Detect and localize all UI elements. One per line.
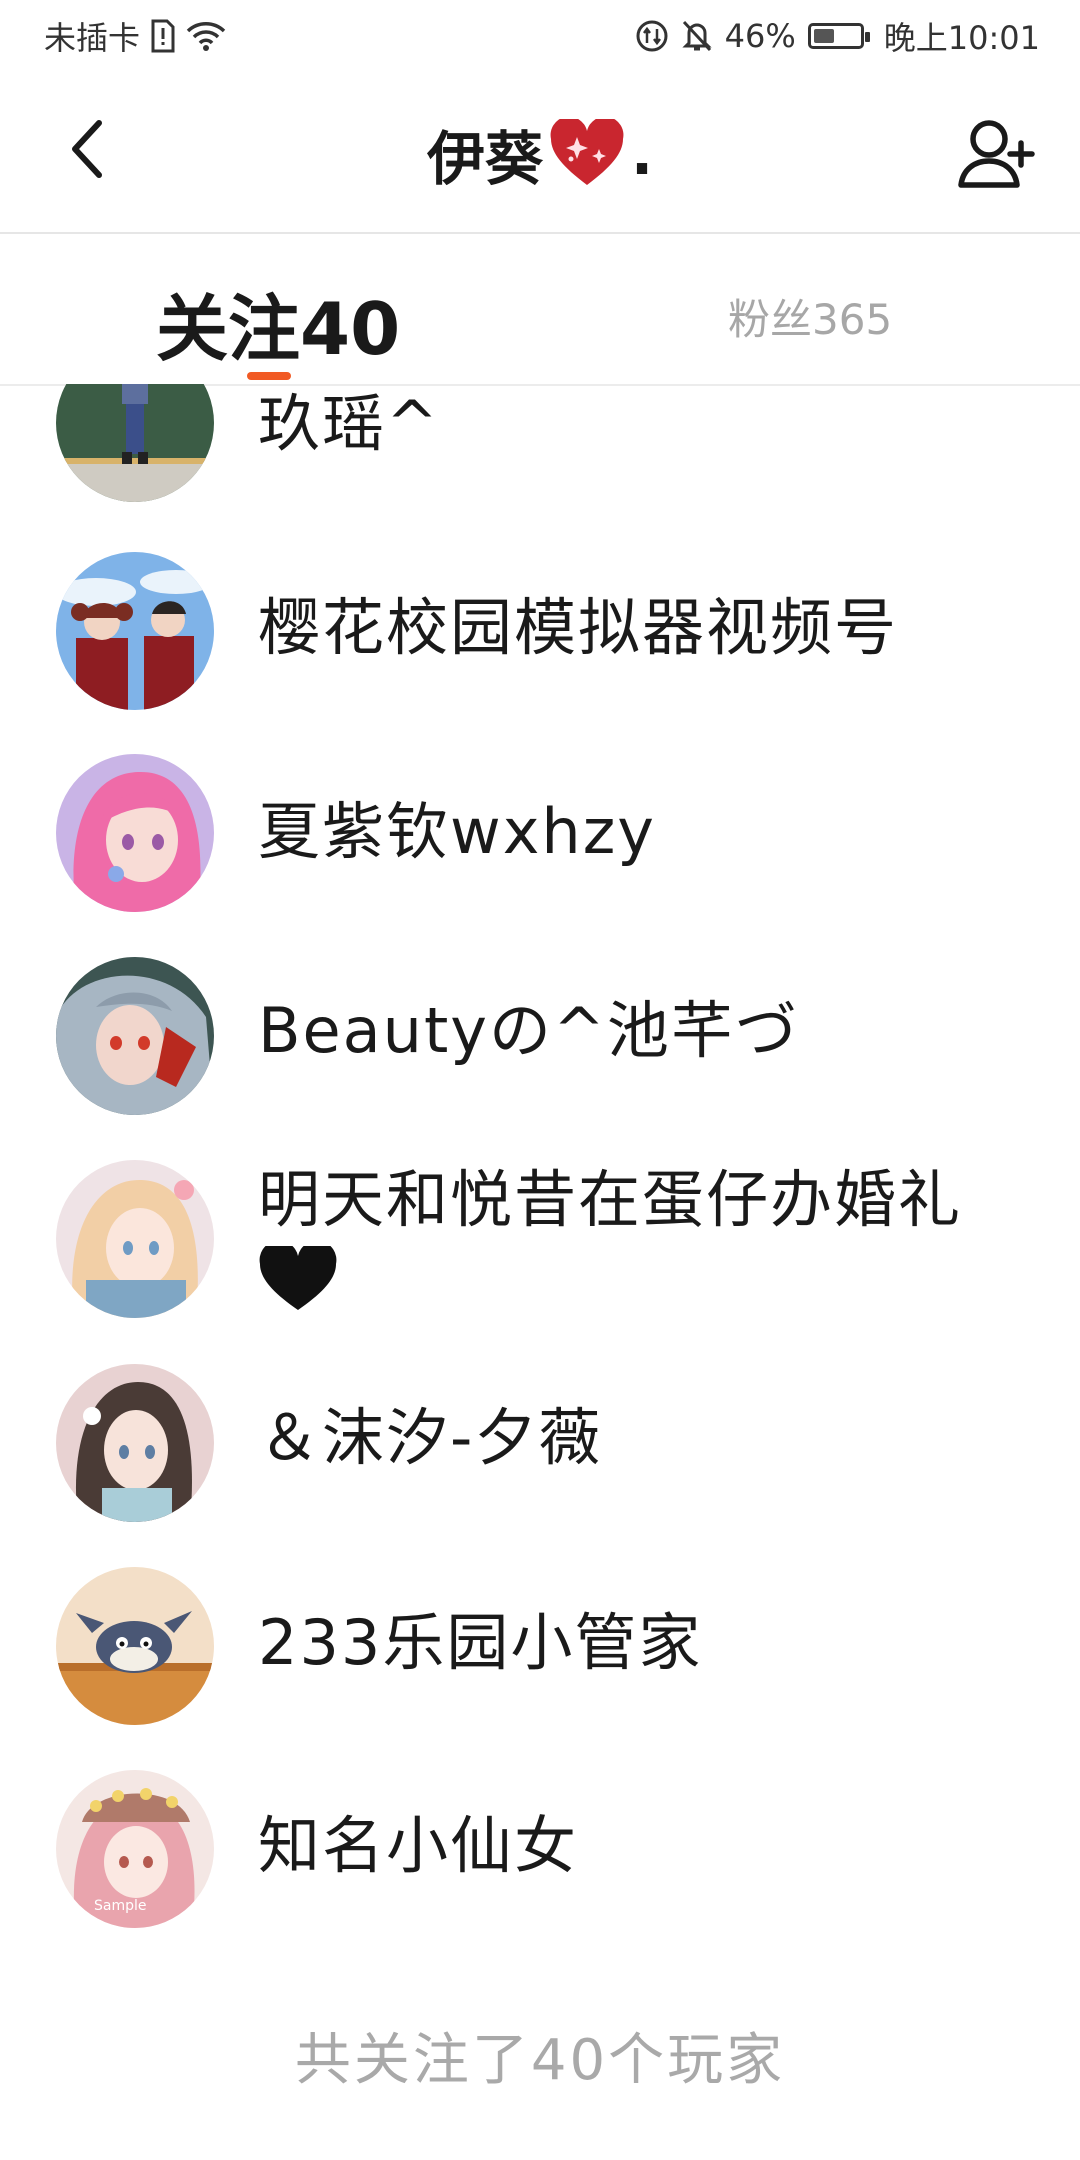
- list-item-name: 知名小仙女: [258, 1809, 579, 1882]
- data-saver-icon: [635, 19, 669, 53]
- list-item-name: 樱花校园模拟器视频号: [258, 591, 899, 664]
- list-item[interactable]: 玖瑶^: [0, 384, 1080, 504]
- list-item-name: ＆沫汐-夕薇: [258, 1401, 603, 1474]
- clock: 晚上10:01: [883, 19, 1040, 57]
- list-item[interactable]: 樱花校园模拟器视频号: [0, 552, 1080, 712]
- status-bar-left: 未插卡: [44, 14, 226, 58]
- add-user-button[interactable]: [954, 110, 1040, 196]
- list-item-name: 233乐园小管家: [258, 1606, 703, 1679]
- page-title-text: 伊葵: [426, 125, 543, 193]
- tab-active-indicator: [247, 372, 291, 380]
- add-user-icon: [958, 120, 1035, 188]
- list-item[interactable]: ＆沫汐-夕薇: [0, 1364, 1080, 1524]
- avatar: [56, 1160, 214, 1318]
- list-item-name: 夏紫钦wxhzy: [258, 795, 656, 868]
- sparkle-heart-icon: [549, 119, 625, 189]
- avatar: Sample: [56, 1770, 214, 1928]
- title-bar: 伊葵 .: [0, 72, 1080, 234]
- list-item-name: 明天和悦昔在蛋仔办婚礼: [258, 1160, 1038, 1331]
- battery-percent: 46%: [724, 17, 796, 55]
- list-item[interactable]: Sample 知名小仙女: [0, 1770, 1080, 1930]
- avatar: [56, 384, 214, 502]
- tab-fans[interactable]: 粉丝365: [728, 286, 892, 347]
- black-heart-icon: [258, 1240, 338, 1331]
- battery-fill: [813, 29, 834, 43]
- avatar: [56, 552, 214, 710]
- wifi-icon: [186, 20, 226, 52]
- carrier-text: 未插卡: [44, 19, 141, 57]
- avatar: [56, 957, 214, 1115]
- avatar: [56, 1567, 214, 1725]
- list-item-name-text: 明天和悦昔在蛋仔办婚礼: [258, 1163, 963, 1236]
- list-item[interactable]: 明天和悦昔在蛋仔办婚礼: [0, 1160, 1080, 1330]
- avatar: [56, 754, 214, 912]
- avatar-watermark: Sample: [94, 1898, 147, 1914]
- page-title-suffix: .: [630, 120, 654, 188]
- following-list: 玖瑶^ 樱花校园模拟器视频号 夏紫钦wxhzy Beautyの^池芊づ 明天和悦…: [0, 384, 1080, 1944]
- following-summary: 共关注了40个玩家: [294, 2028, 786, 2093]
- follow-tabs: 关注40 粉丝365: [0, 234, 1080, 386]
- list-item-name: 玖瑶^: [258, 387, 440, 460]
- mute-bell-icon: [681, 19, 713, 53]
- page-title: 伊葵 .: [0, 112, 1080, 196]
- sim-alert-icon: [150, 19, 176, 53]
- tab-following[interactable]: 关注40: [156, 270, 400, 375]
- status-bar: 未插卡 46% 晚上10:01: [0, 0, 1080, 72]
- list-item-name: Beautyの^池芊づ: [258, 994, 799, 1067]
- list-item[interactable]: 夏紫钦wxhzy: [0, 754, 1080, 914]
- list-item[interactable]: Beautyの^池芊づ: [0, 957, 1080, 1117]
- list-item[interactable]: 233乐园小管家: [0, 1567, 1080, 1727]
- battery-icon: [807, 23, 870, 49]
- status-bar-right: 46% 晚上10:01: [635, 14, 1040, 58]
- avatar: [56, 1364, 214, 1522]
